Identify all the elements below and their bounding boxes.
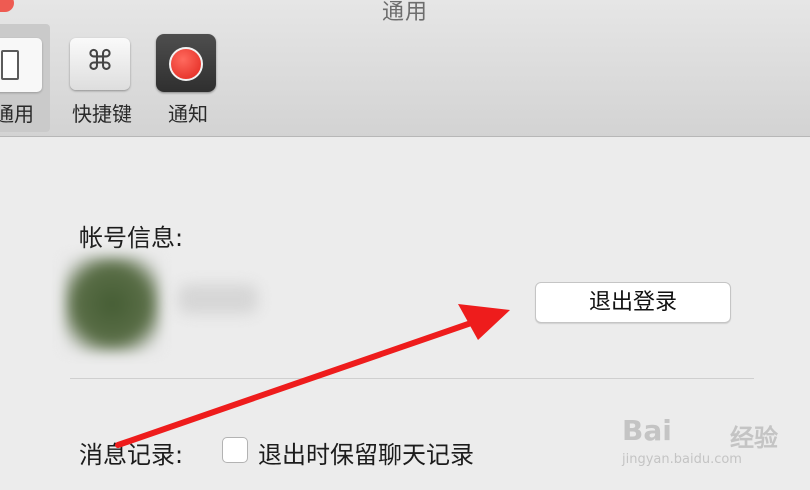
annotation-arrow <box>115 304 510 448</box>
annotation-arrow-shaft <box>115 319 477 448</box>
